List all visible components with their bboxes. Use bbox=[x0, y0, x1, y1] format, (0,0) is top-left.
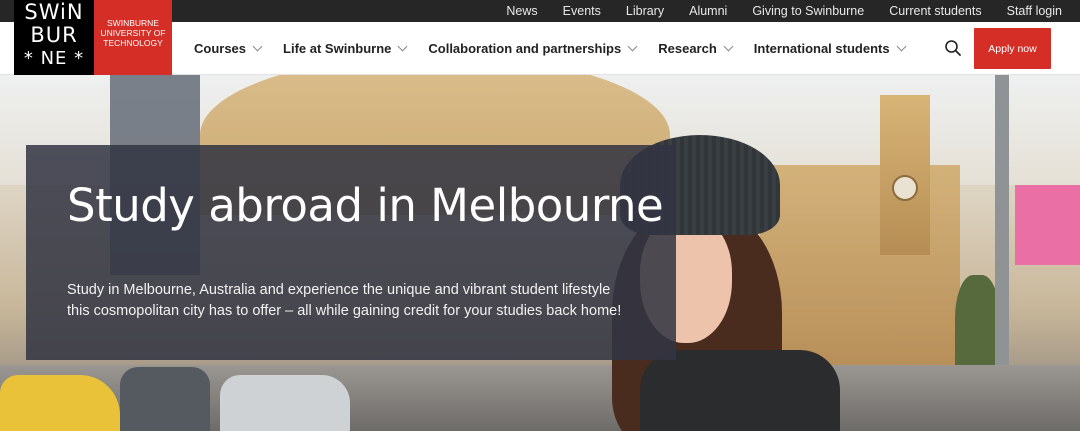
chevron-down-icon bbox=[397, 41, 408, 52]
hero-banner: Study abroad in Melbourne Study in Melbo… bbox=[0, 75, 1080, 431]
logo-mark-row-2: BUR bbox=[30, 23, 78, 47]
apply-now-button[interactable]: Apply now bbox=[974, 28, 1051, 69]
utility-links: News Events Library Alumni Giving to Swi… bbox=[481, 0, 1062, 22]
nav-research-label: Research bbox=[658, 41, 717, 56]
chevron-down-icon bbox=[252, 41, 263, 52]
logo-mark: SWiN BUR * NE * bbox=[14, 0, 94, 75]
nav-international-label: International students bbox=[753, 41, 890, 56]
hero-background-sign bbox=[1015, 185, 1080, 265]
logo-wordmark-line-2: University of bbox=[100, 28, 166, 38]
nav-international-students[interactable]: International students bbox=[753, 41, 907, 56]
logo-mark-row-1: SWiN bbox=[24, 0, 84, 24]
nav-courses-label: Courses bbox=[194, 41, 247, 56]
hero-background-car bbox=[220, 375, 350, 431]
chevron-down-icon bbox=[627, 41, 638, 52]
search-icon[interactable] bbox=[944, 39, 962, 57]
hero-text-panel: Study abroad in Melbourne Study in Melbo… bbox=[26, 145, 676, 360]
logo-wordmark-line-1: Swinburne bbox=[107, 18, 159, 28]
top-link-staff-login[interactable]: Staff login bbox=[1007, 4, 1062, 18]
top-link-news[interactable]: News bbox=[506, 4, 537, 18]
top-link-giving[interactable]: Giving to Swinburne bbox=[752, 4, 864, 18]
swinburne-logo[interactable]: SWiN BUR * NE * Swinburne University of … bbox=[14, 0, 172, 75]
hero-background-car bbox=[120, 367, 210, 431]
logo-mark-row-3: * NE * bbox=[23, 48, 85, 69]
logo-wordmark: Swinburne University of Technology bbox=[94, 0, 172, 75]
hero-background-taxi bbox=[0, 375, 120, 431]
chevron-down-icon bbox=[896, 41, 907, 52]
top-link-events[interactable]: Events bbox=[563, 4, 601, 18]
nav-life-label: Life at Swinburne bbox=[283, 41, 392, 56]
nav-collaboration[interactable]: Collaboration and partnerships bbox=[428, 41, 638, 56]
top-link-library[interactable]: Library bbox=[626, 4, 664, 18]
top-link-current-students[interactable]: Current students bbox=[889, 4, 981, 18]
hero-description: Study in Melbourne, Australia and experi… bbox=[67, 282, 622, 319]
hero-title: Study abroad in Melbourne bbox=[67, 179, 664, 232]
logo-wordmark-line-3: Technology bbox=[103, 38, 163, 48]
nav-life-at-swinburne[interactable]: Life at Swinburne bbox=[283, 41, 408, 56]
nav-courses[interactable]: Courses bbox=[194, 41, 263, 56]
main-menu: Courses Life at Swinburne Collaboration … bbox=[194, 22, 927, 75]
student-coat bbox=[640, 350, 840, 431]
nav-collaboration-label: Collaboration and partnerships bbox=[428, 41, 622, 56]
chevron-down-icon bbox=[723, 41, 734, 52]
nav-research[interactable]: Research bbox=[658, 41, 734, 56]
top-link-alumni[interactable]: Alumni bbox=[689, 4, 727, 18]
